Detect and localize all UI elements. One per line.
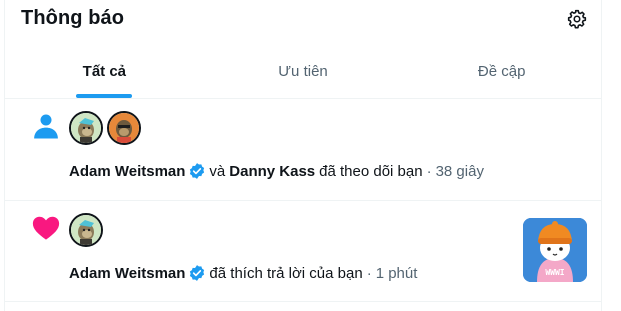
action-text: đã thích trả lời của bạn [209,264,363,282]
notification-follow[interactable]: Adam Weitsman và Danny Kass đã theo dõi … [5,99,601,201]
heart-icon [32,216,60,240]
gear-icon [567,9,587,29]
notification-text: Adam Weitsman đã thích trả lời của bạn ·… [69,264,417,282]
active-tab-indicator [76,94,133,98]
post-thumbnail[interactable]: WWWI [523,218,587,282]
timestamp: 38 giây [435,162,484,180]
tab-all[interactable]: Tất cả [5,44,204,98]
notification-like[interactable]: Adam Weitsman đã thích trả lời của bạn ·… [5,201,601,302]
joiner-text: và [209,162,226,180]
tab-mentions-label: Đề cập [477,62,526,80]
post-thumbnail-image: WWWI [523,218,587,282]
avatar-adam-weitsman[interactable] [69,111,103,145]
avatar-group [69,111,141,145]
avatar-group [69,213,103,247]
separator: · [366,264,372,282]
thumbnail-text: WWWI [545,268,564,277]
verified-badge-icon [190,163,205,179]
user-name[interactable]: Danny Kass [229,163,315,180]
settings-button[interactable] [566,8,588,30]
tab-all-label: Tất cả [82,62,127,80]
action-text: đã theo dõi bạn [319,162,423,180]
user-name[interactable]: Adam Weitsman [69,265,185,282]
tab-bar: Tất cả Ưu tiên Đề cập [5,44,601,99]
tab-priority[interactable]: Ưu tiên [204,44,403,98]
avatar-danny-kass[interactable] [107,111,141,145]
separator: · [426,162,432,180]
notifications-panel: Thông báo Tất cả Ưu tiên Đề cập Adam Wei… [4,0,602,311]
timestamp: 1 phút [375,264,418,282]
verified-badge-icon [190,265,205,281]
notification-text: Adam Weitsman và Danny Kass đã theo dõi … [69,162,484,180]
tab-priority-label: Ưu tiên [278,62,328,80]
tab-mentions[interactable]: Đề cập [402,44,601,98]
avatar-adam-weitsman[interactable] [69,213,103,247]
header: Thông báo [5,0,601,44]
page-title: Thông báo [21,7,125,29]
person-icon [34,114,58,139]
user-name[interactable]: Adam Weitsman [69,163,185,180]
